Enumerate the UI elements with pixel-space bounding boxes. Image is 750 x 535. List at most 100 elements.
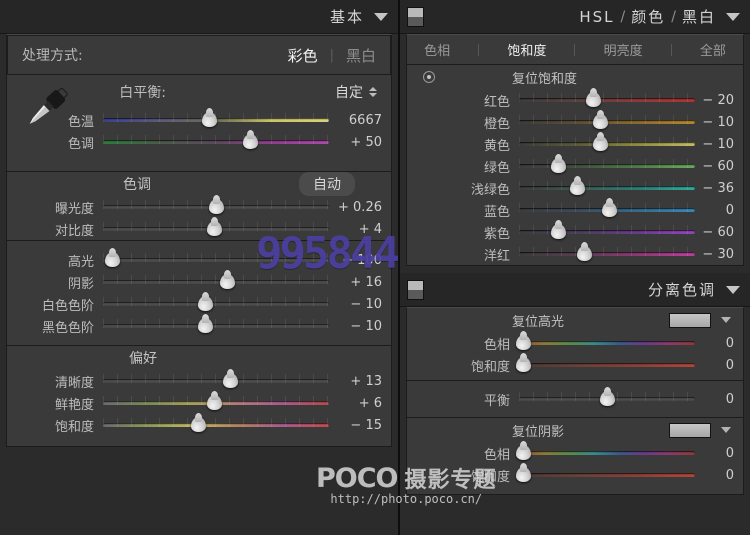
slider-track[interactable]	[103, 317, 329, 335]
slider-knob[interactable]	[602, 202, 617, 217]
panel-swatch-icon[interactable]	[407, 7, 424, 27]
slider-track[interactable]	[519, 223, 695, 241]
slider-value[interactable]: − 10	[329, 319, 391, 334]
slider-row-highlight-hue[interactable]: 色相 0	[407, 332, 743, 354]
slider-knob[interactable]	[570, 180, 585, 195]
slider-row-shadow-saturation[interactable]: 饱和度 0	[407, 464, 743, 486]
shadows-reset-label[interactable]: 复位阴影	[512, 421, 564, 440]
slider-knob[interactable]	[551, 224, 566, 239]
slider-value[interactable]: 0	[695, 446, 743, 461]
slider-knob[interactable]	[516, 335, 531, 350]
slider-row-clarity[interactable]: 清晰度 + 13	[7, 370, 391, 392]
slider-track[interactable]	[519, 444, 695, 462]
slider-row-highlights[interactable]: 高光 − 100	[7, 249, 391, 271]
hsl-title-bw[interactable]: 黑白	[682, 6, 716, 27]
slider-row-hsl-6[interactable]: 紫色− 60	[407, 221, 743, 243]
slider-knob[interactable]	[220, 274, 235, 289]
slider-row-tint[interactable]: 色调 + 50	[7, 131, 391, 153]
slider-row-contrast[interactable]: 对比度 + 4	[7, 218, 391, 240]
slider-row-balance[interactable]: 平衡 0	[407, 388, 743, 410]
slider-track[interactable]	[103, 111, 329, 129]
slider-knob[interactable]	[202, 112, 217, 127]
slider-row-highlight-saturation[interactable]: 饱和度 0	[407, 354, 743, 376]
slider-knob[interactable]	[516, 467, 531, 482]
slider-knob[interactable]	[105, 252, 120, 267]
slider-knob[interactable]	[223, 373, 238, 388]
slider-value[interactable]: + 4	[329, 222, 391, 237]
slider-knob[interactable]	[198, 318, 213, 333]
slider-knob[interactable]	[577, 246, 592, 261]
chevron-down-icon[interactable]	[374, 13, 388, 21]
slider-track[interactable]	[519, 113, 695, 131]
slider-knob[interactable]	[551, 158, 566, 173]
slider-knob[interactable]	[600, 391, 615, 406]
highlights-reset-label[interactable]: 复位高光	[512, 311, 564, 330]
color-swatch-button[interactable]	[669, 313, 711, 328]
chevron-down-icon[interactable]	[726, 13, 740, 21]
hsl-panel-header[interactable]: HSL / 颜色 / 黑白	[400, 0, 750, 34]
slider-knob[interactable]	[191, 417, 206, 432]
slider-row-saturation[interactable]: 饱和度 − 15	[7, 414, 391, 436]
slider-track[interactable]	[519, 91, 695, 109]
slider-track[interactable]	[519, 466, 695, 484]
slider-track[interactable]	[519, 245, 695, 263]
hsl-title-hsl[interactable]: HSL	[579, 8, 614, 26]
slider-row-whites[interactable]: 白色色阶 − 10	[7, 293, 391, 315]
slider-track[interactable]	[519, 157, 695, 175]
slider-value[interactable]: + 6	[329, 396, 391, 411]
slider-knob[interactable]	[207, 395, 222, 410]
slider-track[interactable]	[519, 201, 695, 219]
slider-knob[interactable]	[207, 221, 222, 236]
slider-knob[interactable]	[209, 199, 224, 214]
slider-value[interactable]: − 60	[695, 225, 743, 240]
slider-row-hsl-0[interactable]: 红色− 20	[407, 89, 743, 111]
slider-track[interactable]	[519, 135, 695, 153]
slider-value[interactable]: − 10	[329, 297, 391, 312]
basic-panel-header[interactable]: 基本	[0, 0, 398, 34]
slider-value[interactable]: − 20	[695, 93, 743, 108]
slider-knob[interactable]	[516, 357, 531, 372]
slider-row-hsl-1[interactable]: 橙色− 10	[407, 111, 743, 133]
slider-value[interactable]: 0	[695, 203, 743, 218]
slider-track[interactable]	[103, 295, 329, 313]
slider-knob[interactable]	[593, 136, 608, 151]
slider-value[interactable]: − 60	[695, 159, 743, 174]
slider-row-exposure[interactable]: 曝光度 + 0.26	[7, 196, 391, 218]
slider-row-hsl-7[interactable]: 洋红− 30	[407, 243, 743, 265]
slider-track[interactable]	[519, 179, 695, 197]
slider-track[interactable]	[103, 273, 329, 291]
chevron-down-small-icon[interactable]	[721, 427, 731, 433]
white-balance-select[interactable]: 自定	[335, 82, 377, 102]
treatment-option-color[interactable]: 彩色	[288, 45, 318, 66]
hsl-reset-label[interactable]: 复位饱和度	[512, 68, 577, 87]
up-down-stepper-icon[interactable]	[369, 87, 377, 97]
slider-value[interactable]: + 50	[329, 135, 391, 150]
slider-track[interactable]	[519, 334, 695, 352]
slider-value[interactable]: − 10	[695, 137, 743, 152]
slider-track[interactable]	[103, 133, 329, 151]
eyedropper-icon[interactable]	[21, 81, 73, 133]
tab-luminance[interactable]: 明亮度	[598, 40, 649, 59]
slider-track[interactable]	[103, 394, 329, 412]
slider-value[interactable]: − 36	[695, 181, 743, 196]
slider-value[interactable]: − 10	[695, 115, 743, 130]
slider-row-hsl-5[interactable]: 蓝色0	[407, 199, 743, 221]
slider-value[interactable]: 0	[695, 392, 743, 407]
slider-value[interactable]: − 100	[329, 253, 391, 268]
slider-row-hsl-2[interactable]: 黄色− 10	[407, 133, 743, 155]
split-toning-panel-header[interactable]: 分离色调	[400, 273, 750, 307]
slider-value[interactable]: 0	[695, 468, 743, 483]
tab-hue[interactable]: 色相	[418, 40, 456, 59]
slider-row-shadow-hue[interactable]: 色相 0	[407, 442, 743, 464]
slider-track[interactable]	[103, 416, 329, 434]
slider-track[interactable]	[103, 372, 329, 390]
target-adjust-icon[interactable]	[423, 71, 435, 83]
slider-knob[interactable]	[593, 114, 608, 129]
slider-row-hsl-4[interactable]: 浅绿色− 36	[407, 177, 743, 199]
chevron-down-icon[interactable]	[726, 286, 740, 294]
hsl-title-color[interactable]: 颜色	[631, 6, 665, 27]
color-swatch-button[interactable]	[669, 423, 711, 438]
auto-tone-button[interactable]: 自动	[299, 172, 355, 196]
slider-value[interactable]: 0	[695, 336, 743, 351]
slider-track[interactable]	[103, 198, 329, 216]
